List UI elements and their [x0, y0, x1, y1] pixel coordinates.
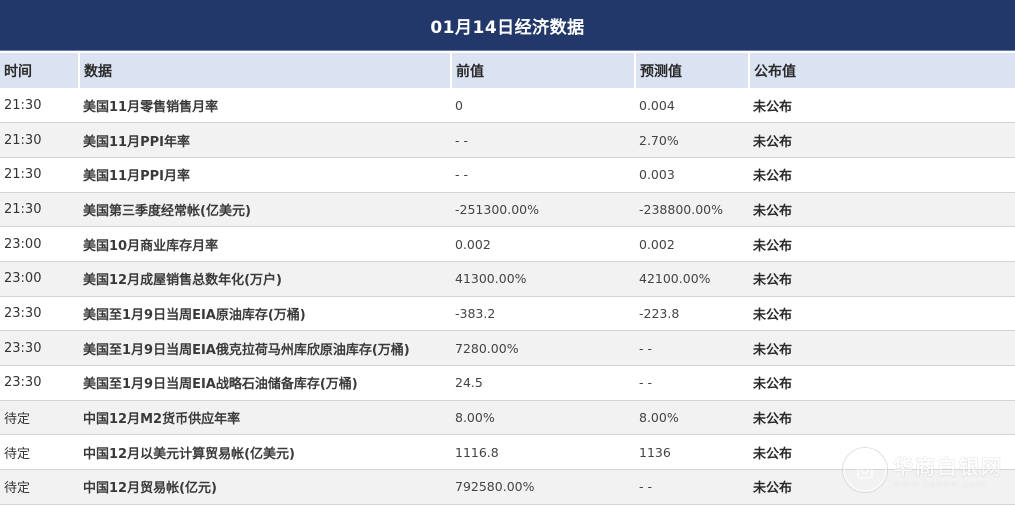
- column-header-time: 时间: [4, 63, 32, 80]
- cell-forecast: -223.8: [639, 305, 680, 321]
- cell-time: 21:30: [4, 201, 42, 217]
- cell-name: 美国12月成屋销售总数年化(万户): [83, 273, 282, 289]
- cell-time: 待定: [4, 481, 31, 497]
- cell-forecast: - -: [639, 375, 652, 391]
- cell-previous: - -: [455, 132, 468, 148]
- table-row: 23:00 美国10月商业库存月率 0.002 0.002 未公布: [0, 227, 1015, 262]
- table-row: 21:30 美国第三季度经常帐(亿美元) -251300.00% -238800…: [0, 192, 1015, 227]
- cell-published: 未公布: [753, 169, 793, 185]
- cell-name: 美国11月PPI月率: [83, 169, 190, 185]
- cell-published: 未公布: [753, 446, 793, 462]
- cell-forecast: 2.70%: [639, 132, 679, 148]
- cell-time: 23:30: [4, 305, 42, 321]
- cell-forecast: - -: [639, 340, 652, 356]
- cell-time: 23:30: [4, 375, 42, 391]
- cell-name: 美国第三季度经常帐(亿美元): [83, 203, 251, 219]
- cell-previous: - -: [455, 167, 468, 183]
- cell-published: 未公布: [753, 412, 793, 428]
- cell-previous: 7280.00%: [455, 340, 519, 356]
- cell-published: 未公布: [753, 203, 793, 219]
- column-header-published: 公布值: [748, 53, 1015, 88]
- table-row: 待定 中国12月以美元计算贸易帐(亿美元) 1116.8 1136 未公布: [0, 435, 1015, 470]
- table-row: 21:30 美国11月零售销售月率 0 0.004 未公布: [0, 88, 1015, 123]
- cell-name: 美国至1月9日当周EIA战略石油储备库存(万桶): [83, 377, 358, 393]
- table-row: 待定 中国12月M2货币供应年率 8.00% 8.00% 未公布: [0, 400, 1015, 435]
- cell-previous: 8.00%: [455, 410, 495, 426]
- table-header-row: 时间 数据 前值 预测值 公布值: [0, 53, 1015, 88]
- cell-previous: -251300.00%: [455, 201, 539, 217]
- cell-name: 中国12月以美元计算贸易帐(亿美元): [83, 446, 295, 462]
- cell-time: 21:30: [4, 132, 42, 148]
- cell-name: 中国12月贸易帐(亿元): [83, 481, 217, 497]
- cell-name: 中国12月M2货币供应年率: [83, 412, 241, 428]
- cell-forecast: 1136: [639, 444, 671, 460]
- column-header-forecast: 预测值: [634, 53, 749, 88]
- cell-previous: 1116.8: [455, 444, 499, 460]
- cell-forecast: 42100.00%: [639, 271, 711, 287]
- page-title: 01月14日经济数据: [430, 17, 585, 38]
- table-row: 23:30 美国至1月9日当周EIA战略石油储备库存(万桶) 24.5 - - …: [0, 366, 1015, 401]
- cell-forecast: 8.00%: [639, 410, 679, 426]
- cell-time: 21:30: [4, 167, 42, 183]
- cell-name: 美国11月PPI年率: [83, 134, 190, 150]
- cell-published: 未公布: [753, 307, 793, 323]
- cell-time: 21:30: [4, 97, 42, 113]
- cell-forecast: 0.004: [639, 97, 675, 113]
- cell-forecast: -238800.00%: [639, 201, 723, 217]
- cell-previous: 792580.00%: [455, 479, 535, 495]
- cell-time: 23:00: [4, 271, 42, 287]
- cell-name: 美国11月零售销售月率: [83, 99, 219, 115]
- table-row: 23:30 美国至1月9日当周EIA俄克拉荷马州库欣原油库存(万桶) 7280.…: [0, 330, 1015, 366]
- cell-time: 23:30: [4, 340, 42, 356]
- table-row: 23:30 美国至1月9日当周EIA原油库存(万桶) -383.2 -223.8…: [0, 296, 1015, 331]
- cell-forecast: 0.003: [639, 167, 675, 183]
- cell-published: 未公布: [753, 99, 793, 115]
- table-row: 21:30 美国11月PPI月率 - - 0.003 未公布: [0, 157, 1015, 193]
- cell-name: 美国10月商业库存月率: [83, 238, 219, 254]
- cell-time: 待定: [4, 446, 31, 462]
- cell-previous: 41300.00%: [455, 271, 527, 287]
- cell-previous: 0.002: [455, 236, 491, 252]
- cell-published: 未公布: [753, 238, 793, 254]
- cell-time: 23:00: [4, 236, 42, 252]
- cell-previous: 24.5: [455, 375, 483, 391]
- economic-data-table: 时间 数据 前值 预测值 公布值 21:30 美国11月零售销售月率 0 0.0…: [0, 53, 1015, 505]
- cell-published: 未公布: [753, 134, 793, 150]
- cell-published: 未公布: [753, 377, 793, 393]
- table-row: 待定 中国12月贸易帐(亿元) 792580.00% - - 未公布: [0, 469, 1015, 505]
- cell-name: 美国至1月9日当周EIA原油库存(万桶): [83, 307, 306, 323]
- cell-forecast: 0.002: [639, 236, 675, 252]
- table-row: 23:00 美国12月成屋销售总数年化(万户) 41300.00% 42100.…: [0, 261, 1015, 297]
- cell-previous: -383.2: [455, 305, 496, 321]
- cell-published: 未公布: [753, 481, 793, 497]
- cell-published: 未公布: [753, 342, 793, 358]
- cell-previous: 0: [455, 97, 463, 113]
- column-header-previous: 前值: [450, 53, 635, 88]
- column-header-name: 数据: [78, 53, 451, 88]
- cell-published: 未公布: [753, 273, 793, 289]
- cell-name: 美国至1月9日当周EIA俄克拉荷马州库欣原油库存(万桶): [83, 342, 410, 358]
- cell-time: 待定: [4, 412, 31, 428]
- table-row: 21:30 美国11月PPI年率 - - 2.70% 未公布: [0, 122, 1015, 158]
- title-bar: 01月14日经济数据: [0, 0, 1015, 51]
- cell-forecast: - -: [639, 479, 652, 495]
